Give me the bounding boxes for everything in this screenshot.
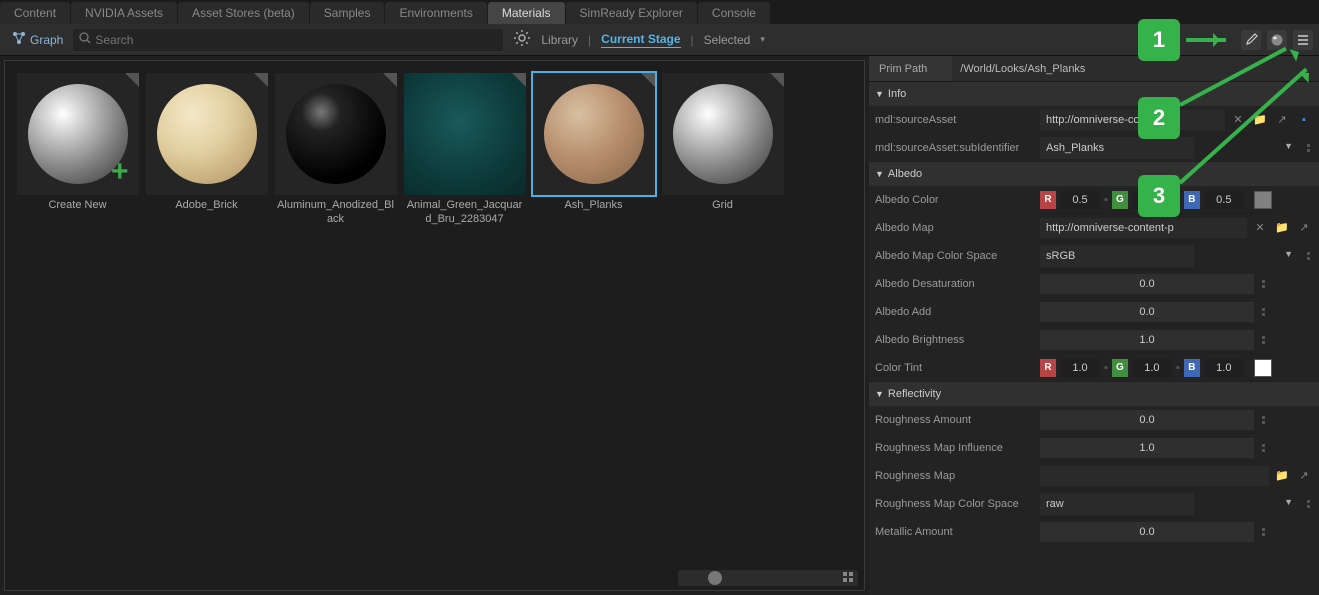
- callout-1: 1: [1138, 19, 1226, 61]
- b-chip: B: [1184, 191, 1200, 209]
- material-label: Adobe_Brick: [175, 199, 237, 213]
- slider-knob[interactable]: [708, 571, 722, 585]
- filter-library[interactable]: Library: [541, 33, 578, 47]
- folder-icon[interactable]: 📁: [1273, 467, 1291, 485]
- tab-content[interactable]: Content: [0, 2, 70, 24]
- filter-selected[interactable]: Selected: [704, 33, 751, 47]
- graph-label: Graph: [30, 33, 63, 47]
- thumbnail-size-slider[interactable]: [678, 570, 858, 586]
- material-label: Animal_Green_Jacquard_Bru_2283047: [404, 199, 525, 227]
- chevron-down-icon[interactable]: ▾: [760, 34, 765, 45]
- search-input[interactable]: [95, 33, 497, 47]
- tint-b-input[interactable]: [1204, 359, 1244, 377]
- tab-samples[interactable]: Samples: [310, 2, 385, 24]
- albedo-r-input[interactable]: [1060, 191, 1100, 209]
- scope-filter: Library | Current Stage | Selected ▾: [541, 32, 765, 48]
- callout-3: 3: [1138, 175, 1180, 217]
- prim-path-value[interactable]: /World/Looks/Ash_Planks: [952, 63, 1319, 75]
- grid-size-icon[interactable]: [842, 571, 854, 586]
- filter-current-stage[interactable]: Current Stage: [601, 32, 680, 48]
- roughness-cs-select[interactable]: [1040, 493, 1194, 515]
- tab-nvidia-assets[interactable]: NVIDIA Assets: [71, 2, 177, 24]
- roughness-input[interactable]: [1040, 410, 1254, 430]
- section-albedo[interactable]: ▼ Albedo: [869, 162, 1319, 186]
- tab-strip: ContentNVIDIA AssetsAsset Stores (beta)S…: [0, 0, 1319, 24]
- albedo-bright-input[interactable]: [1040, 330, 1254, 350]
- clear-icon[interactable]: ✕: [1251, 219, 1269, 237]
- goto-icon[interactable]: ↗: [1273, 111, 1291, 129]
- toolbar: Graph Library | Current Stage | Selected…: [0, 24, 1319, 56]
- albedo-b-input[interactable]: [1204, 191, 1244, 209]
- material-browser: + Create New Adobe_Brick Aluminum_Anodized_…: [4, 60, 865, 591]
- source-asset-input[interactable]: [1040, 110, 1225, 130]
- tint-g-input[interactable]: [1132, 359, 1172, 377]
- search-box[interactable]: [73, 29, 503, 51]
- albedo-desat-input[interactable]: [1040, 274, 1254, 294]
- property-inspector: Prim Path /World/Looks/Ash_Planks ▼ Info…: [869, 56, 1319, 595]
- tab-materials[interactable]: Materials: [488, 2, 565, 24]
- material-label: Create New: [48, 199, 106, 213]
- graph-icon: [12, 31, 26, 48]
- material-thumb[interactable]: Animal_Green_Jacquard_Bru_2283047: [402, 71, 527, 229]
- material-grid: + Create New Adobe_Brick Aluminum_Anodized_…: [15, 71, 854, 229]
- albedo-add-input[interactable]: [1040, 302, 1254, 322]
- prim-path-label: Prim Path: [869, 56, 952, 81]
- albedo-cs-select[interactable]: [1040, 245, 1194, 267]
- tab-environments[interactable]: Environments: [385, 2, 486, 24]
- material-label: Aluminum_Anodized_Black: [275, 199, 396, 227]
- search-icon: [79, 32, 91, 47]
- settings-gear-icon[interactable]: [513, 29, 531, 50]
- material-thumb[interactable]: Aluminum_Anodized_Black: [273, 71, 398, 229]
- folder-icon[interactable]: 📁: [1273, 219, 1291, 237]
- graph-button[interactable]: Graph: [6, 29, 69, 50]
- material-label: Grid: [712, 199, 733, 213]
- material-thumb[interactable]: Ash_Planks: [531, 71, 656, 229]
- tint-r-input[interactable]: [1060, 359, 1100, 377]
- metallic-input[interactable]: [1040, 522, 1254, 542]
- disclosure-triangle-icon: ▼: [875, 89, 884, 99]
- link-icon[interactable]: ▪: [1295, 111, 1313, 129]
- tab-console[interactable]: Console: [698, 2, 770, 24]
- material-thumb[interactable]: + Create New: [15, 71, 140, 229]
- plus-icon: +: [111, 155, 129, 189]
- g-chip: G: [1112, 191, 1128, 209]
- r-chip: R: [1040, 191, 1056, 209]
- disclosure-triangle-icon: ▼: [875, 389, 884, 399]
- eyedropper-icon[interactable]: [1241, 30, 1261, 50]
- material-thumb[interactable]: Adobe_Brick: [144, 71, 269, 229]
- material-thumb[interactable]: Grid: [660, 71, 785, 229]
- goto-icon[interactable]: ↗: [1295, 467, 1313, 485]
- tab-simready-explorer[interactable]: SimReady Explorer: [566, 2, 697, 24]
- callout-2: 2: [1138, 97, 1180, 139]
- disclosure-triangle-icon: ▼: [875, 169, 884, 179]
- subid-select[interactable]: [1040, 137, 1194, 159]
- albedo-map-input[interactable]: [1040, 218, 1247, 238]
- roughness-inf-input[interactable]: [1040, 438, 1254, 458]
- tab-asset-stores-beta-[interactable]: Asset Stores (beta): [178, 2, 309, 24]
- albedo-swatch[interactable]: [1254, 191, 1272, 209]
- roughness-map-input[interactable]: [1040, 466, 1269, 486]
- section-info[interactable]: ▼ Info: [869, 82, 1319, 106]
- section-reflectivity[interactable]: ▼ Reflectivity: [869, 382, 1319, 406]
- material-label: Ash_Planks: [564, 199, 622, 213]
- tint-swatch[interactable]: [1254, 359, 1272, 377]
- goto-icon[interactable]: ↗: [1295, 219, 1313, 237]
